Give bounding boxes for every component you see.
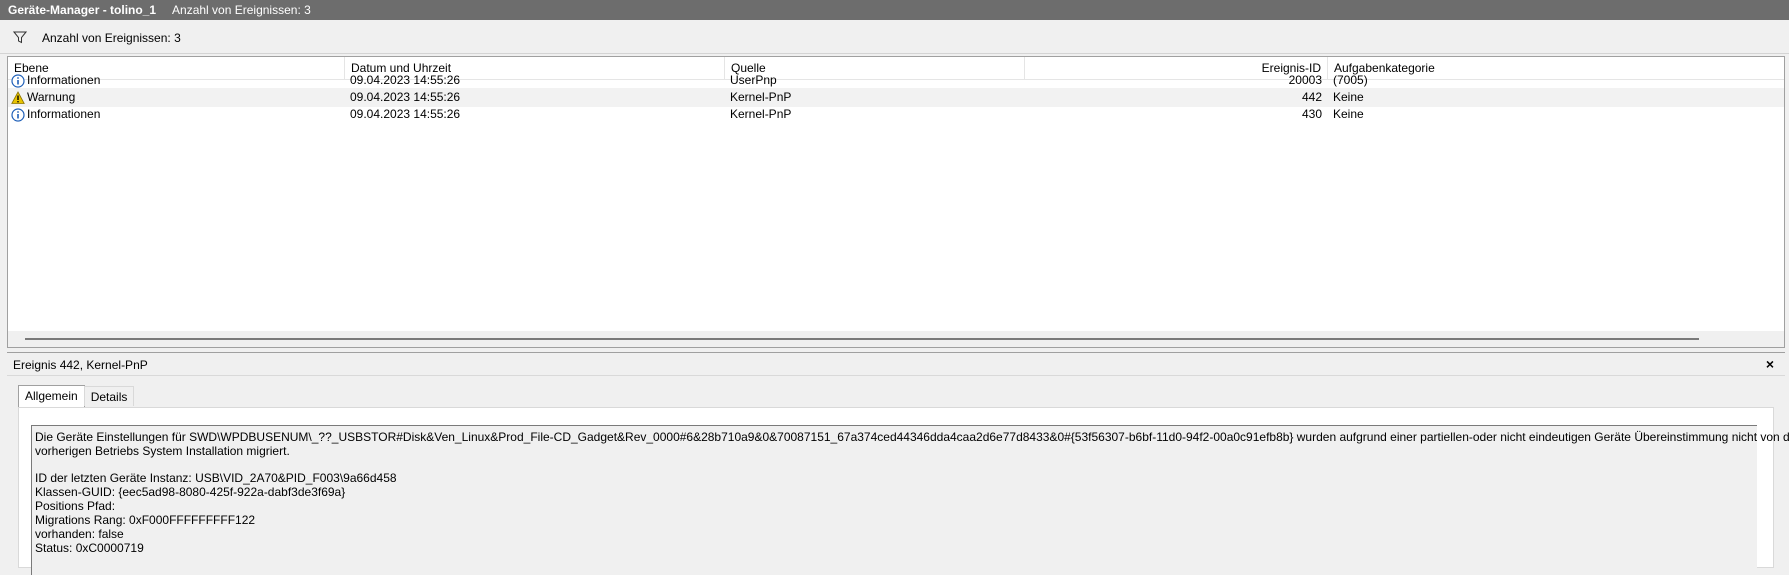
message-line: Klassen-GUID: {eec5ad98-8080-425f-922a-d… <box>35 485 346 499</box>
message-line: Migrations Rang: 0xF000FFFFFFFFF122 <box>35 513 256 527</box>
tab-panel: Die Geräte Einstellungen für SWD\WPDBUSE… <box>18 407 1789 575</box>
info-icon <box>11 107 25 122</box>
event-list[interactable]: Ebene Datum und Uhrzeit Quelle Ereignis-… <box>7 56 1785 348</box>
horizontal-scrollbar[interactable] <box>8 331 1784 347</box>
message-line: Status: 0xC0000719 <box>35 541 144 555</box>
event-message[interactable]: Die Geräte Einstellungen für SWD\WPDBUSE… <box>31 425 1789 575</box>
window-subtitle: Anzahl von Ereignissen: 3 <box>172 3 311 17</box>
level-cell: Informationen <box>11 105 100 124</box>
window-title: Geräte-Manager - tolino_1 <box>8 3 157 17</box>
filter-icon[interactable] <box>12 30 28 46</box>
source-cell: Kernel-PnP <box>730 107 792 121</box>
detail-tabs: Allgemein Details <box>18 385 135 407</box>
detail-header: Ereignis 442, Kernel-PnP × <box>7 352 1785 376</box>
message-line: ID der letzten Geräte Instanz: USB\VID_2… <box>35 471 397 485</box>
message-line: Die Geräte Einstellungen für SWD\WPDBUSE… <box>35 430 1789 444</box>
filter-text: Anzahl von Ereignissen: 3 <box>42 30 181 45</box>
tab-allgemein[interactable]: Allgemein <box>18 385 85 407</box>
scrollbar-thumb[interactable] <box>25 338 1699 340</box>
filter-bar: Anzahl von Ereignissen: 3 <box>0 22 1789 54</box>
tab-details[interactable]: Details <box>83 386 135 406</box>
message-line: vorherigen Betriebs System Installation … <box>35 444 290 458</box>
warning-icon <box>11 90 25 104</box>
close-icon[interactable]: × <box>1763 357 1777 371</box>
level-text: Informationen <box>27 107 101 121</box>
table-row[interactable]: Informationen 09.04.2023 14:55:26 Kernel… <box>8 105 1784 124</box>
window-titlebar: Geräte-Manager - tolino_1 Anzahl von Ere… <box>0 0 1789 20</box>
event-detail-panel: Ereignis 442, Kernel-PnP × Allgemein Det… <box>7 352 1789 575</box>
category-cell: Keine <box>1333 107 1364 121</box>
event-id-cell: 430 <box>1301 107 1322 121</box>
message-line: Positions Pfad: <box>35 499 116 513</box>
info-icon <box>11 73 25 88</box>
datetime-cell: 09.04.2023 14:55:26 <box>350 107 461 121</box>
detail-title: Ereignis 442, Kernel-PnP <box>13 358 148 372</box>
message-line: vorhanden: false <box>35 527 124 541</box>
